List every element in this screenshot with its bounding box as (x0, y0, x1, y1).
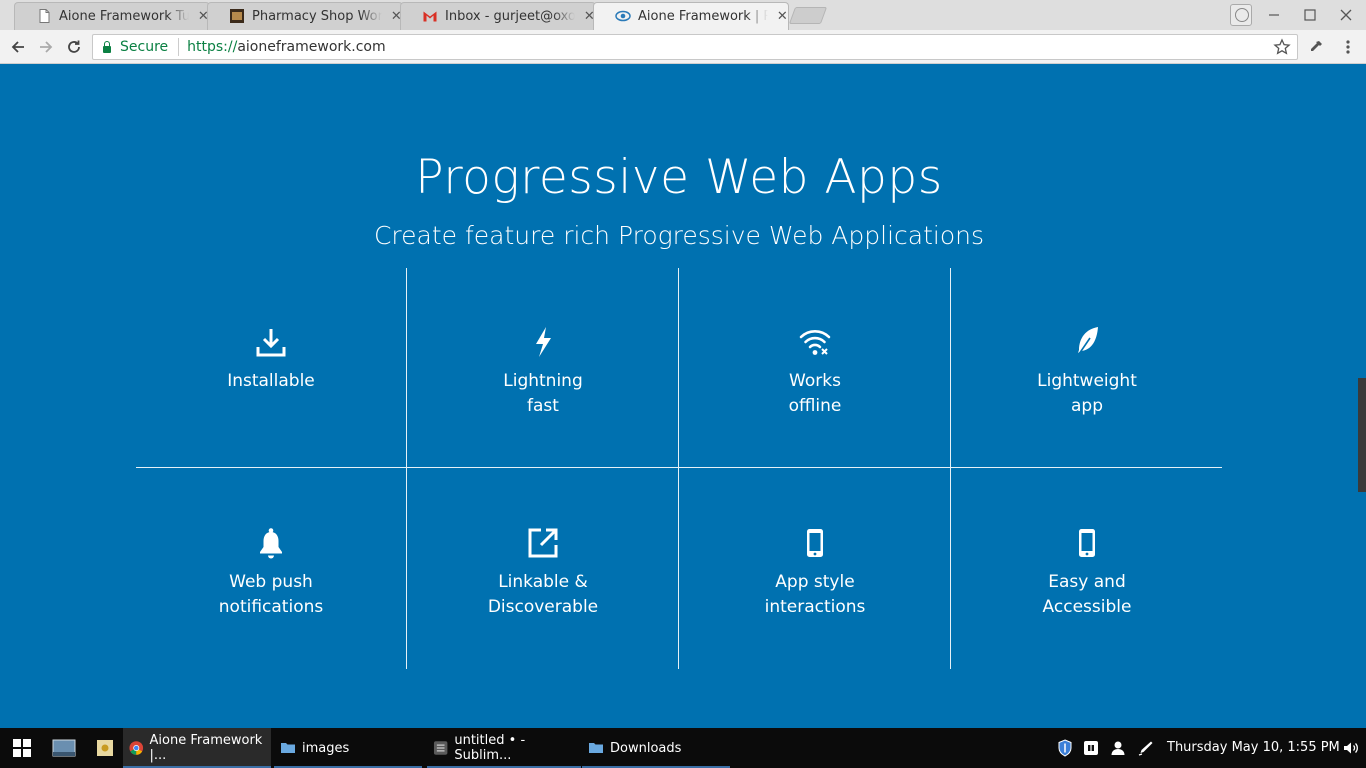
menu-kebab-icon[interactable] (1337, 36, 1359, 58)
url-host: aioneframework.com (237, 39, 386, 55)
window-close-icon[interactable] (1328, 0, 1364, 30)
tab-gmail-inbox[interactable]: Inbox - gurjeet@oxosolutions.com ✕ (400, 2, 596, 30)
volume-icon[interactable] (1341, 728, 1361, 768)
feature-installable: Installable (135, 325, 407, 394)
tab-aione-tutorials[interactable]: Aione Framework Tutorials ✕ (14, 2, 210, 30)
reload-icon[interactable] (62, 35, 86, 59)
feature-easy-accessible: Easy and Accessible (951, 526, 1223, 620)
taskbar-item-label: images (302, 740, 350, 756)
taskbar-item-downloads[interactable]: Downloads (582, 728, 730, 768)
url-scheme: https:// (187, 39, 238, 55)
feature-lightweight-app: Lightweight app (951, 325, 1223, 419)
feature-label: Works (789, 371, 841, 391)
desktop-icon (52, 739, 76, 757)
minimize-icon[interactable] (1256, 0, 1292, 30)
mobile-icon (807, 529, 823, 557)
start-button[interactable] (0, 728, 44, 768)
windows-logo-icon (13, 739, 31, 757)
feature-linkable: Linkable & Discoverable (407, 526, 679, 620)
feature-label: Lightning (503, 371, 583, 391)
taskbar-item-label: Aione Framework |... (149, 733, 263, 763)
feature-label: App style (775, 572, 855, 592)
address-bar[interactable]: Secure https:// aioneframework.com (92, 34, 1298, 60)
page-viewport: Progressive Web Apps Create feature rich… (0, 65, 1358, 728)
taskbar-item-label: Downloads (610, 740, 682, 756)
maximize-icon[interactable] (1292, 0, 1328, 30)
address-separator (178, 38, 180, 56)
feature-label-line2: app (1071, 396, 1103, 416)
pharmacy-favicon-icon (230, 9, 244, 23)
feature-lightning-fast: Lightning fast (407, 325, 679, 419)
security-indicator[interactable]: Secure (120, 39, 168, 55)
feature-label-line2: Discoverable (487, 597, 599, 617)
download-icon (256, 329, 286, 357)
tray-user-icon[interactable] (1107, 728, 1129, 768)
feature-label-line2: notifications (218, 597, 324, 617)
eyedropper-extension-icon[interactable] (1305, 36, 1327, 58)
eye-favicon-icon (615, 10, 631, 22)
sun-settings-icon (97, 740, 113, 756)
taskbar-item-label: untitled • - Sublim... (454, 733, 526, 763)
browser-toolbar: Secure https:// aioneframework.com (0, 30, 1366, 64)
section-subtitle: Create feature rich Progressive Web Appl… (373, 221, 985, 250)
mobile-icon (1079, 529, 1095, 557)
new-tab-button[interactable] (788, 7, 828, 24)
back-icon[interactable] (6, 35, 30, 59)
sublime-text-icon (433, 741, 448, 755)
show-desktop-button[interactable] (48, 728, 80, 768)
feature-label: Installable (227, 371, 315, 391)
feature-label-line2: Accessible (1042, 597, 1132, 617)
feature-label: Web push (229, 572, 313, 592)
feature-label: Easy and (1048, 572, 1126, 592)
folder-icon (589, 743, 603, 753)
forward-icon[interactable] (34, 35, 58, 59)
taskbar-item-images[interactable]: images (274, 728, 422, 768)
tab-pharmacy-shop[interactable]: Pharmacy Shop WordPress Theme ✕ (207, 2, 403, 30)
taskbar-item-sublime[interactable]: untitled • - Sublim... (427, 728, 581, 768)
tray-app-icon[interactable] (1080, 728, 1102, 768)
feather-icon (1076, 327, 1098, 358)
tab-close-icon[interactable]: ✕ (776, 9, 789, 24)
feature-label-line2: offline (788, 396, 842, 416)
feature-works-offline: Works offline (679, 325, 951, 419)
wifi-off-icon (799, 330, 831, 355)
taskbar-item-chrome[interactable]: Aione Framework |... (123, 728, 271, 768)
bookmark-star-icon[interactable] (1273, 38, 1291, 56)
grid-divider (136, 467, 1222, 468)
feature-web-push: Web push notifications (135, 526, 407, 620)
feature-label-line2: interactions (764, 597, 866, 617)
tab-strip: Aione Framework Tutorials ✕ Pharmacy Sho… (0, 0, 1366, 30)
section-title: Progressive Web Apps (415, 150, 943, 205)
folder-icon (281, 743, 295, 753)
feature-label: Linkable & (498, 572, 588, 592)
lock-icon (102, 41, 112, 53)
profile-icon[interactable] (1230, 4, 1252, 26)
tray-shield-icon[interactable] (1054, 728, 1076, 768)
tab-aione-framework[interactable]: Aione Framework | Responsive ✕ (593, 2, 789, 30)
settings-launcher-button[interactable] (92, 728, 118, 768)
tray-pen-icon[interactable] (1135, 728, 1157, 768)
lightning-icon (536, 327, 551, 357)
feature-label: Lightweight (1037, 371, 1137, 391)
scrollbar-thumb[interactable] (1358, 378, 1366, 492)
feature-label-line2: fast (527, 396, 559, 416)
taskbar: Aione Framework |... images untitled • -… (0, 728, 1366, 768)
document-icon (39, 9, 50, 23)
external-link-icon (528, 528, 558, 558)
gmail-icon (423, 11, 437, 22)
chrome-icon (129, 741, 144, 755)
bell-icon (260, 528, 282, 559)
taskbar-clock[interactable]: Thursday May 10, 1:55 PM (1167, 740, 1340, 755)
feature-app-style: App style interactions (679, 526, 951, 620)
